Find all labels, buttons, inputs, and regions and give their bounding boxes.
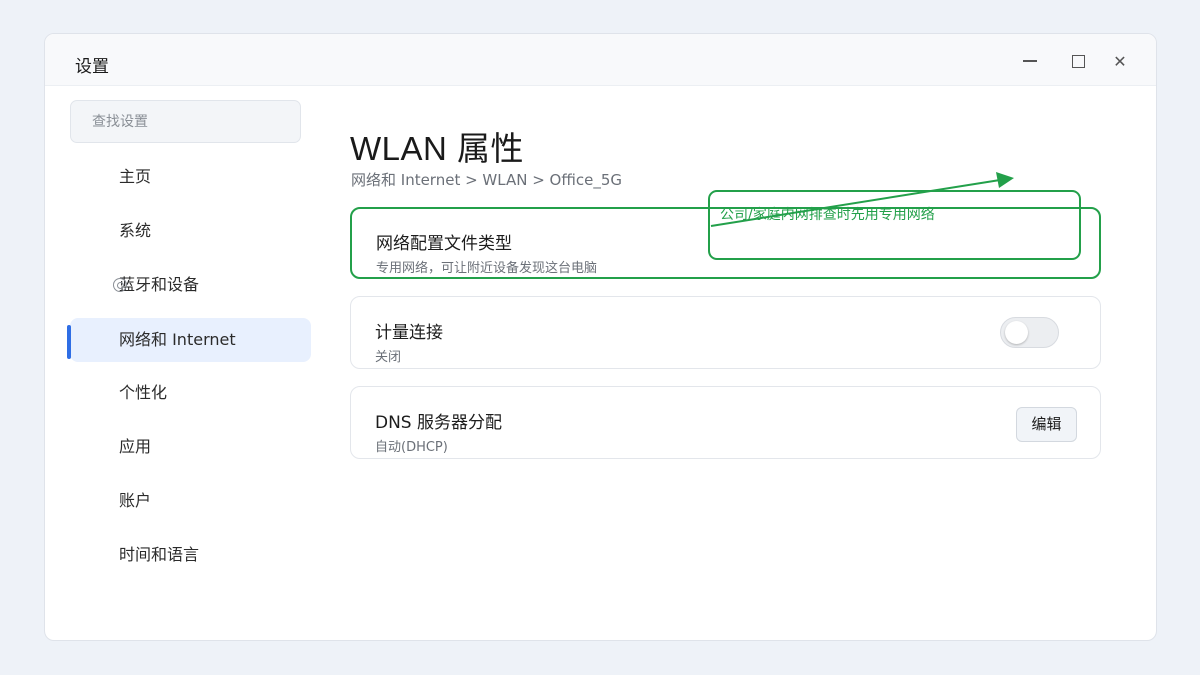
- settings-window: 设置 ✕ 主页 系统 蓝牙和设备 网络和 Internet 个性化 应用 账户 …: [44, 33, 1157, 641]
- sidebar-item-label: 个性化: [119, 383, 168, 402]
- sidebar-item-label: 应用: [119, 437, 152, 456]
- card-subtitle: 自动(DHCP): [375, 440, 448, 455]
- sidebar-item-apps[interactable]: 应用: [70, 425, 311, 469]
- sidebar-item-label: 主页: [119, 167, 152, 186]
- active-indicator: [67, 325, 71, 359]
- sidebar-item-home[interactable]: 主页: [70, 155, 311, 199]
- annotation-text: 公司/家庭内网排查时先用专用网络: [720, 207, 935, 223]
- card-title: DNS 服务器分配: [375, 413, 503, 433]
- close-button[interactable]: ✕: [1102, 46, 1138, 76]
- window-title: 设置: [75, 57, 109, 77]
- close-icon: ✕: [1113, 51, 1127, 71]
- minimize-button[interactable]: [1012, 46, 1048, 76]
- card-title: 计量连接: [375, 323, 443, 343]
- dns-assignment-card: DNS 服务器分配 自动(DHCP) 编辑: [350, 386, 1101, 459]
- toggle-knob: [1005, 321, 1028, 344]
- search-input[interactable]: [70, 100, 301, 143]
- page-title: WLAN 属性: [350, 130, 525, 167]
- sidebar-item-system[interactable]: 系统: [70, 209, 311, 253]
- maximize-icon: [1071, 54, 1085, 68]
- sidebar-item-network[interactable]: 网络和 Internet: [70, 318, 311, 362]
- card-title: 网络配置文件类型: [376, 234, 512, 254]
- bluetooth-device-icon: [112, 263, 128, 307]
- minimize-icon: [1023, 60, 1037, 62]
- sidebar-item-label: 系统: [119, 221, 152, 240]
- sidebar-item-label: 时间和语言: [119, 545, 200, 564]
- annotation-box: [708, 190, 1081, 260]
- metered-connection-toggle[interactable]: [1000, 317, 1059, 348]
- sidebar-item-label: 网络和 Internet: [119, 330, 236, 349]
- card-subtitle: 专用网络，可让附近设备发现这台电脑: [376, 261, 598, 276]
- title-bar: 设置 ✕: [45, 34, 1156, 86]
- sidebar-item-label: 账户: [119, 491, 152, 510]
- card-subtitle: 关闭: [375, 350, 402, 365]
- dns-edit-button[interactable]: 编辑: [1016, 407, 1077, 442]
- sidebar-item-accounts[interactable]: 账户: [70, 479, 311, 523]
- sidebar-item-label: 蓝牙和设备: [119, 275, 200, 294]
- sidebar-item-bluetooth[interactable]: 蓝牙和设备: [70, 263, 311, 307]
- metered-connection-card: 计量连接 关闭: [350, 296, 1101, 369]
- maximize-button[interactable]: [1060, 46, 1096, 76]
- sidebar-item-personalization[interactable]: 个性化: [70, 371, 311, 415]
- sidebar-item-time-language[interactable]: 时间和语言: [70, 533, 311, 577]
- breadcrumb: 网络和 Internet > WLAN > Office_5G: [351, 171, 623, 189]
